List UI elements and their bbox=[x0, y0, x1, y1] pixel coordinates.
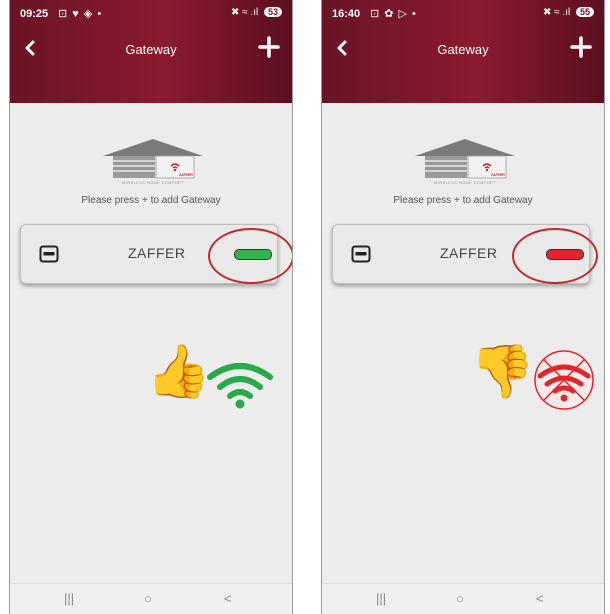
system-icons: ✖ ≈ .ıl 53 bbox=[231, 7, 282, 18]
app-header: 09:25 ⊡ ♥ ◈ • ✖ ≈ .ıl 53 Gateway bbox=[10, 0, 292, 103]
nav-back-icon[interactable]: < bbox=[536, 591, 544, 606]
status-time: 16:40 bbox=[332, 8, 361, 20]
status-bar: 09:25 ⊡ ♥ ◈ • ✖ ≈ .ıl 53 bbox=[10, 0, 292, 26]
logo-brand: ZAFFER bbox=[491, 173, 505, 177]
add-gateway-button[interactable] bbox=[570, 36, 592, 58]
status-time: 09:25 bbox=[20, 8, 49, 20]
battery-badge: 55 bbox=[575, 7, 594, 17]
system-nav-bar: ||| ○ < bbox=[322, 583, 604, 614]
status-bar: 16:40 ⊡ ✿ ▷ • ✖ ≈ .ıl 55 bbox=[322, 0, 604, 26]
house-logo: ZAFFER WIRELESS HOME COMFORT bbox=[415, 139, 515, 185]
status-highlight-ring bbox=[208, 228, 292, 284]
notification-icons: ⊡ ♥ ◈ • bbox=[58, 8, 103, 20]
device-name: ZAFFER bbox=[440, 245, 498, 261]
system-icons: ✖ ≈ .ıl 55 bbox=[543, 7, 594, 18]
thumbs-up-icon: 👍 bbox=[146, 343, 211, 401]
home-icon[interactable]: ○ bbox=[144, 591, 152, 606]
phone-screen-connected: 09:25 ⊡ ♥ ◈ • ✖ ≈ .ıl 53 Gateway ZAFFER … bbox=[9, 0, 293, 614]
recent-apps-icon[interactable]: ||| bbox=[64, 591, 74, 606]
logo-tagline: WIRELESS HOME COMFORT bbox=[434, 181, 496, 185]
phone-screen-disconnected: 16:40 ⊡ ✿ ▷ • ✖ ≈ .ıl 55 Gateway ZAFFER … bbox=[321, 0, 605, 614]
add-gateway-button[interactable] bbox=[258, 36, 280, 58]
page-title: Gateway bbox=[437, 42, 489, 57]
status-highlight-ring bbox=[512, 228, 598, 284]
logo-brand: ZAFFER bbox=[179, 173, 193, 177]
home-icon[interactable]: ○ bbox=[456, 591, 464, 606]
gateway-device-icon bbox=[39, 245, 59, 263]
signal-icons: ✖ ≈ .ıl bbox=[543, 7, 571, 18]
wifi-disconnected-icon bbox=[534, 350, 594, 410]
house-logo: ZAFFER WIRELESS HOME COMFORT bbox=[103, 139, 203, 185]
recent-apps-icon[interactable]: ||| bbox=[376, 591, 386, 606]
battery-badge: 53 bbox=[263, 7, 282, 17]
notification-icons: ⊡ ✿ ▷ • bbox=[370, 8, 417, 20]
system-nav-bar: ||| ○ < bbox=[10, 583, 292, 614]
wifi-connected-icon bbox=[207, 363, 273, 409]
empty-hint: Please press + to add Gateway bbox=[393, 195, 533, 206]
device-name: ZAFFER bbox=[128, 245, 186, 261]
thumbs-down-icon: 👎 bbox=[470, 343, 535, 401]
app-header: 16:40 ⊡ ✿ ▷ • ✖ ≈ .ıl 55 Gateway bbox=[322, 0, 604, 103]
logo-tagline: WIRELESS HOME COMFORT bbox=[122, 181, 184, 185]
nav-back-icon[interactable]: < bbox=[224, 591, 232, 606]
gateway-device-icon bbox=[351, 245, 371, 263]
signal-icons: ✖ ≈ .ıl bbox=[231, 7, 259, 18]
empty-hint: Please press + to add Gateway bbox=[81, 195, 221, 206]
page-title: Gateway bbox=[125, 42, 177, 57]
